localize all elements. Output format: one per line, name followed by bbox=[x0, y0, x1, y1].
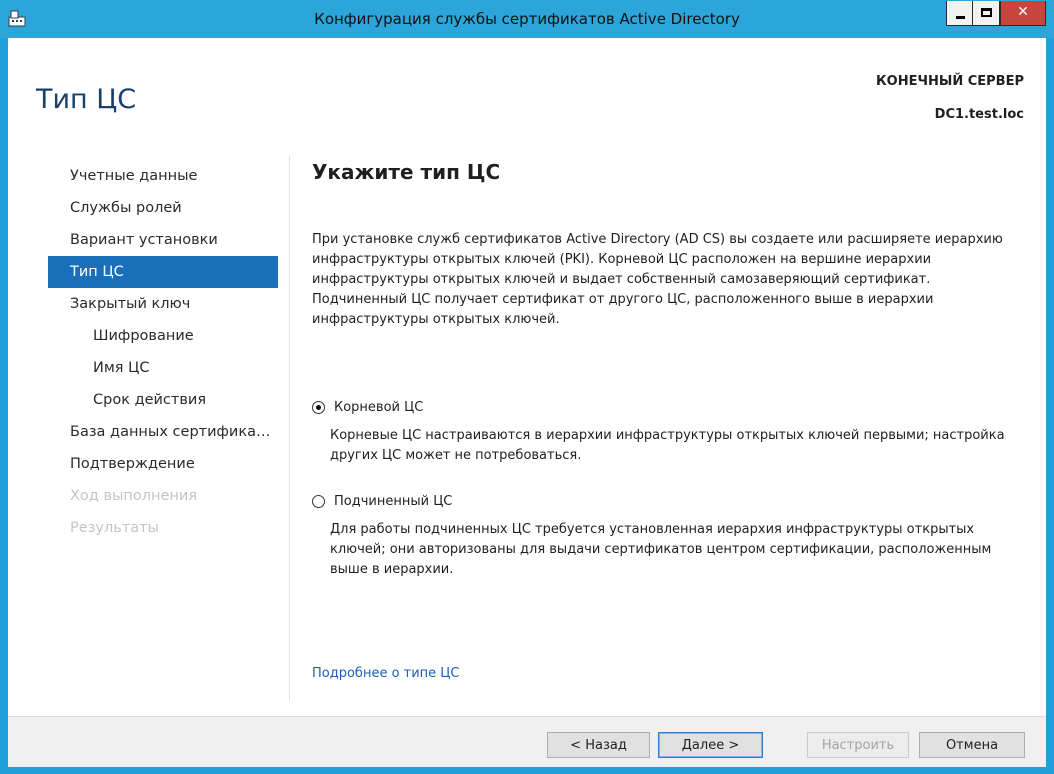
nav-item-validity-period[interactable]: Срок действия bbox=[48, 384, 278, 416]
title-bar[interactable]: Конфигурация службы сертификатов Active … bbox=[0, 0, 1054, 38]
close-button[interactable]: ✕ bbox=[1000, 1, 1046, 26]
window-title: Конфигурация службы сертификатов Active … bbox=[314, 10, 740, 28]
nav-item-role-services[interactable]: Службы ролей bbox=[48, 192, 278, 224]
subordinate-ca-radio[interactable] bbox=[312, 495, 325, 508]
root-ca-option[interactable]: Корневой ЦС bbox=[312, 400, 423, 415]
nav-item-ca-type[interactable]: Тип ЦС bbox=[48, 256, 278, 288]
nav-item-ca-name[interactable]: Имя ЦС bbox=[48, 352, 278, 384]
nav-item-certificate-database[interactable]: База данных сертификат... bbox=[48, 416, 278, 448]
content-heading: Укажите тип ЦС bbox=[312, 160, 501, 184]
intro-text: При установке служб сертификатов Active … bbox=[312, 232, 1003, 327]
nav-item-results: Результаты bbox=[70, 520, 159, 536]
root-ca-description: Корневые ЦС настраиваются в иерархии инф… bbox=[330, 428, 1005, 463]
destination-server-label: КОНЕЧНЫЙ СЕРВЕР bbox=[876, 74, 1024, 89]
cancel-button[interactable]: Отмена bbox=[919, 732, 1025, 758]
page-title: Тип ЦС bbox=[36, 84, 137, 115]
next-button[interactable]: Далее > bbox=[658, 732, 763, 758]
root-ca-radio[interactable] bbox=[312, 401, 325, 414]
nav-item-credentials[interactable]: Учетные данные bbox=[48, 160, 278, 192]
subordinate-ca-label[interactable]: Подчиненный ЦС bbox=[334, 494, 452, 509]
button-bar: < Назад Далее > Настроить Отмена bbox=[8, 716, 1046, 767]
nav-item-progress: Ход выполнения bbox=[70, 488, 198, 504]
root-ca-label[interactable]: Корневой ЦС bbox=[334, 400, 423, 415]
nav-item-private-key[interactable]: Закрытый ключ bbox=[48, 288, 278, 320]
subordinate-ca-description: Для работы подчиненных ЦС требуется уста… bbox=[330, 522, 992, 577]
window: Конфигурация службы сертификатов Active … bbox=[0, 0, 1054, 774]
back-button[interactable]: < Назад bbox=[547, 732, 650, 758]
minimize-icon bbox=[956, 16, 965, 19]
more-about-ca-type-link[interactable]: Подробнее о типе ЦС bbox=[312, 666, 459, 681]
window-controls: ✕ bbox=[946, 1, 1046, 27]
maximize-icon bbox=[981, 8, 992, 17]
maximize-button[interactable] bbox=[973, 1, 1000, 26]
nav-item-setup-type[interactable]: Вариант установки bbox=[48, 224, 278, 256]
nav-divider bbox=[289, 156, 290, 701]
subordinate-ca-option[interactable]: Подчиненный ЦС bbox=[312, 494, 452, 509]
wizard-navigation: Учетные данные Службы ролей Вариант уста… bbox=[48, 160, 278, 544]
minimize-button[interactable] bbox=[946, 1, 973, 26]
destination-server-name: DC1.test.loc bbox=[934, 107, 1024, 122]
nav-item-confirmation[interactable]: Подтверждение bbox=[48, 448, 278, 480]
close-icon: ✕ bbox=[1017, 4, 1029, 20]
wizard-body: Тип ЦС КОНЕЧНЫЙ СЕРВЕР DC1.test.loc Учет… bbox=[8, 38, 1046, 767]
configure-button: Настроить bbox=[807, 732, 909, 758]
nav-item-cryptography[interactable]: Шифрование bbox=[48, 320, 278, 352]
